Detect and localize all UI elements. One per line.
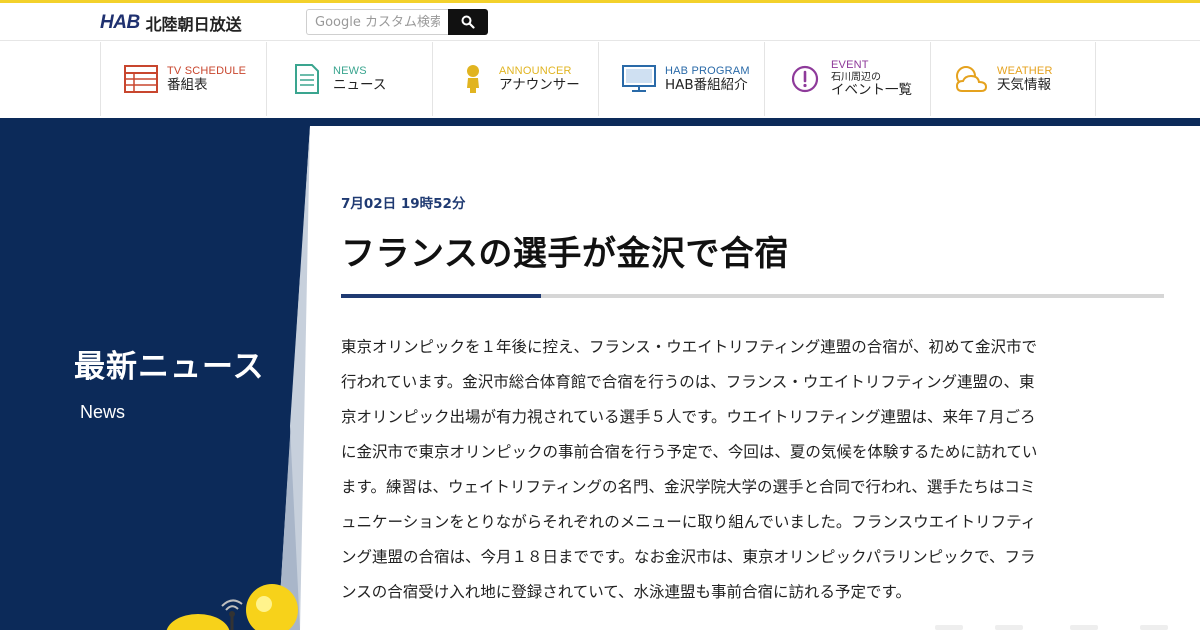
announcer-icon <box>455 62 491 96</box>
section-title: 最新ニュース <box>74 349 265 385</box>
nav-label-en: WEATHER <box>997 64 1053 77</box>
monitor-icon <box>621 62 657 96</box>
top-bar: HAB 北陸朝日放送 <box>0 3 1200 41</box>
nav-item-tv-schedule[interactable]: TV SCHEDULE 番組表 <box>100 42 266 116</box>
share-button-hint <box>1140 625 1168 630</box>
mascot-illustration <box>166 584 298 630</box>
news-icon <box>289 62 325 96</box>
article-body: 東京オリンピックを１年後に控え、フランス・ウエイトリフティング連盟の合宿が、初め… <box>341 330 1111 610</box>
event-icon <box>787 62 823 96</box>
search-input[interactable] <box>306 9 448 35</box>
nav-item-news[interactable]: NEWS ニュース <box>266 42 432 116</box>
article-body-line: ます。練習は、ウェイトリフティングの名門、金沢学院大学の選手と合同で行われ、選手… <box>341 478 1036 496</box>
article-body-line: ュニケーションをとりながらそれぞれのメニューに取り組んでいました。フランスウエイ… <box>341 513 1037 531</box>
article-body-line: ンスの合宿受け入れ地に登録されていて、水泳連盟も事前合宿に訪れる予定です。 <box>341 583 911 601</box>
article-date: 7月02日 19時52分 <box>341 196 466 212</box>
tv-schedule-icon <box>123 62 159 96</box>
article-body-line: 東京オリンピックを１年後に控え、フランス・ウエイトリフティング連盟の合宿が、初め… <box>341 338 1037 356</box>
headline-rule <box>341 294 1164 298</box>
article-body-line: ング連盟の合宿は、今月１８日までです。なお金沢市は、東京オリンピックパラリンピッ… <box>341 548 1036 566</box>
section-subtitle: News <box>80 402 126 422</box>
nav-label-en: NEWS <box>333 64 367 77</box>
article-headline: フランスの選手が金沢で合宿 <box>341 234 789 274</box>
share-button-hint <box>935 625 963 630</box>
article-body-line: 行われています。金沢市総合体育館で合宿を行うのは、フランス・ウエイトリフティング… <box>341 373 1035 391</box>
nav-label-en: TV SCHEDULE <box>167 64 247 77</box>
nav-item-hab-program[interactable]: HAB PROGRAM HAB番組紹介 <box>598 42 764 116</box>
search-form <box>306 9 488 35</box>
nav-item-weather[interactable]: WEATHER 天気情報 <box>930 42 1096 116</box>
article-body-line: に金沢市で東京オリンピックの事前合宿を行う予定で、今回は、夏の気候を体験するため… <box>341 443 1038 461</box>
weather-icon <box>953 62 989 96</box>
site-logo[interactable]: HAB 北陸朝日放送 <box>100 12 242 34</box>
nav-label-en: HAB PROGRAM <box>665 64 750 77</box>
headline-rule-accent <box>341 294 541 298</box>
nav-label-ja: アナウンサー <box>499 76 580 93</box>
article-body-line: 京オリンピック出場が有力視されている選手５人です。ウエイトリフティング連盟は、来… <box>341 408 1036 426</box>
nav-item-event[interactable]: EVENT 石川周辺の イベント一覧 <box>764 42 930 116</box>
search-button[interactable] <box>448 9 488 35</box>
nav-label-en: EVENT <box>831 59 869 72</box>
nav-divider-bar <box>0 118 1200 126</box>
nav-label-ja: HAB番組紹介 <box>665 76 748 93</box>
nav-label-en: ANNOUNCER <box>499 64 572 77</box>
nav-label-ja: 天気情報 <box>997 76 1051 93</box>
share-button-hint <box>995 625 1023 630</box>
nav-label-ja: ニュース <box>333 76 387 93</box>
search-icon <box>461 15 475 29</box>
logo-mark: HAB <box>100 12 140 33</box>
nav-item-announcer[interactable]: ANNOUNCER アナウンサー <box>432 42 598 116</box>
share-button-hint <box>1070 625 1098 630</box>
nav-label-ja: イベント一覧 <box>831 82 912 99</box>
section-banner: 最新ニュース News <box>0 126 320 630</box>
nav-label-ja: 番組表 <box>167 76 208 93</box>
main-nav: TV SCHEDULE 番組表 NEWS ニュース ANNOUNCER アナウン… <box>0 42 1200 118</box>
logo-name: 北陸朝日放送 <box>145 15 242 34</box>
